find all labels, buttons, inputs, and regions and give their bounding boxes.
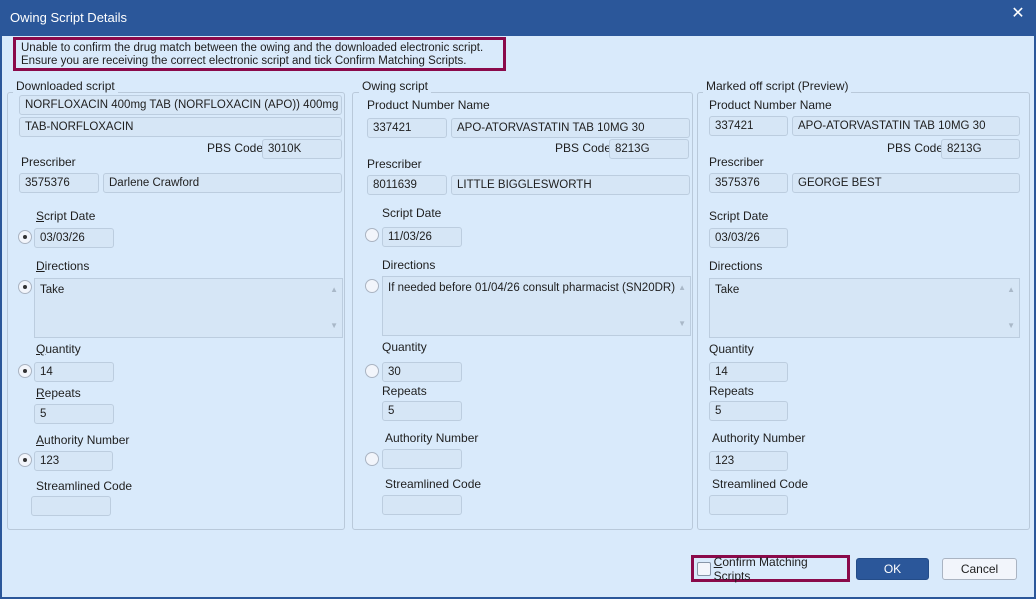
downloaded-drug-line1-field: NORFLOXACIN 400mg TAB (NORFLOXACIN (APO)… bbox=[19, 95, 342, 115]
marked-prescriber-name-field: GEORGE BEST bbox=[792, 173, 1020, 193]
scroll-down-icon[interactable]: ▼ bbox=[678, 317, 686, 331]
downloaded-authority-radio[interactable] bbox=[18, 453, 32, 467]
streamlined-code-label: Streamlined Code bbox=[385, 477, 482, 491]
warning-line-1: Unable to confirm the drug match between… bbox=[21, 42, 484, 54]
confirm-matching-scripts-label[interactable]: Confirm Matching Scripts bbox=[714, 555, 844, 583]
repeats-label: Repeats bbox=[382, 384, 427, 398]
product-number-name-label: Product Number Name bbox=[709, 98, 832, 112]
downloaded-streamlined-field bbox=[31, 496, 111, 516]
owing-prescriber-name-field: LITTLE BIGGLESWORTH bbox=[451, 175, 690, 195]
directions-label: Directions bbox=[382, 258, 436, 272]
marked-script-date-field: 03/03/26 bbox=[709, 228, 788, 248]
owing-script-date-field: 11/03/26 bbox=[382, 227, 462, 247]
owing-script-date-radio[interactable] bbox=[365, 228, 379, 242]
pbs-code-label: PBS Code bbox=[555, 141, 612, 155]
owing-script-legend: Owing script bbox=[359, 80, 432, 93]
downloaded-directions-radio[interactable] bbox=[18, 280, 32, 294]
owing-streamlined-field bbox=[382, 495, 462, 515]
downloaded-script-date-field: 03/03/26 bbox=[34, 228, 114, 248]
repeats-label: Repeats bbox=[36, 386, 81, 400]
quantity-label: Quantity bbox=[382, 340, 427, 354]
downloaded-authority-field: 123 bbox=[34, 451, 113, 471]
prescriber-label: Prescriber bbox=[709, 155, 764, 169]
prescriber-label: Prescriber bbox=[21, 155, 76, 169]
streamlined-code-label: Streamlined Code bbox=[712, 477, 809, 491]
owing-repeats-field: 5 bbox=[382, 401, 462, 421]
pbs-code-label: PBS Code bbox=[207, 141, 264, 155]
directions-label: Directions bbox=[36, 259, 90, 273]
close-icon[interactable]: ✕ bbox=[1008, 0, 1028, 30]
owing-directions-radio[interactable] bbox=[365, 279, 379, 293]
marked-product-name-field: APO-ATORVASTATIN TAB 10MG 30 bbox=[792, 116, 1020, 136]
owing-prescriber-number-field: 8011639 bbox=[367, 175, 447, 195]
downloaded-directions-text: Take bbox=[40, 284, 65, 296]
streamlined-code-label: Streamlined Code bbox=[36, 479, 133, 493]
authority-number-label: Authority Number bbox=[36, 433, 130, 447]
downloaded-pbs-code-field: 3010K bbox=[262, 139, 342, 159]
quantity-label: Quantity bbox=[36, 342, 81, 356]
cancel-label: Cancel bbox=[960, 562, 999, 576]
owing-pbs-code-field: 8213G bbox=[609, 139, 689, 159]
checkbox-box[interactable] bbox=[697, 561, 711, 576]
marked-directions-textarea[interactable]: Take ▲ ▼ bbox=[709, 278, 1020, 338]
scroll-down-icon[interactable]: ▼ bbox=[1007, 319, 1015, 333]
cancel-button[interactable]: Cancel bbox=[942, 558, 1017, 580]
owing-product-number-field: 337421 bbox=[367, 118, 447, 138]
warning-message: Unable to confirm the drug match between… bbox=[13, 37, 506, 71]
downloaded-quantity-radio[interactable] bbox=[18, 364, 32, 378]
owing-authority-field bbox=[382, 449, 462, 469]
downloaded-drug-line2-field: TAB-NORFLOXACIN bbox=[19, 117, 342, 137]
title-bar: Owing Script Details bbox=[0, 0, 1036, 36]
authority-number-label: Authority Number bbox=[712, 431, 806, 445]
downloaded-script-date-radio[interactable] bbox=[18, 230, 32, 244]
marked-prescriber-number-field: 3575376 bbox=[709, 173, 788, 193]
downloaded-directions-textarea[interactable]: Take ▲ ▼ bbox=[34, 278, 343, 338]
scroll-up-icon[interactable]: ▲ bbox=[1007, 283, 1015, 297]
ok-label: OK bbox=[883, 562, 902, 576]
quantity-label: Quantity bbox=[709, 342, 754, 356]
marked-pbs-code-field: 8213G bbox=[941, 139, 1020, 159]
confirm-matching-scripts-checkbox[interactable]: Confirm Matching Scripts bbox=[691, 555, 850, 583]
downloaded-prescriber-number-field: 3575376 bbox=[19, 173, 99, 193]
downloaded-script-legend: Downloaded script bbox=[13, 80, 118, 93]
marked-authority-field: 123 bbox=[709, 451, 788, 471]
downloaded-repeats-field: 5 bbox=[34, 404, 114, 424]
scroll-up-icon[interactable]: ▲ bbox=[678, 281, 686, 295]
dialog-body: Unable to confirm the drug match between… bbox=[2, 36, 1034, 597]
marked-streamlined-field bbox=[709, 495, 788, 515]
script-date-label: Script Date bbox=[36, 209, 96, 223]
marked-repeats-field: 5 bbox=[709, 401, 788, 421]
authority-number-label: Authority Number bbox=[385, 431, 479, 445]
marked-product-number-field: 337421 bbox=[709, 116, 788, 136]
owing-authority-radio[interactable] bbox=[365, 452, 379, 466]
owing-quantity-field: 30 bbox=[382, 362, 462, 382]
marked-off-script-legend: Marked off script (Preview) bbox=[703, 80, 852, 93]
dialog-title: Owing Script Details bbox=[10, 10, 128, 25]
owing-directions-text: If needed before 01/04/26 consult pharma… bbox=[388, 282, 676, 294]
product-number-name-label: Product Number Name bbox=[367, 98, 490, 112]
marked-directions-text: Take bbox=[715, 284, 740, 296]
owing-product-name-field: APO-ATORVASTATIN TAB 10MG 30 bbox=[451, 118, 690, 138]
script-date-label: Script Date bbox=[709, 209, 769, 223]
repeats-label: Repeats bbox=[709, 384, 754, 398]
directions-label: Directions bbox=[709, 259, 763, 273]
pbs-code-label: PBS Code bbox=[887, 141, 944, 155]
ok-button[interactable]: OK bbox=[856, 558, 929, 580]
scroll-up-icon[interactable]: ▲ bbox=[330, 283, 338, 297]
downloaded-quantity-field: 14 bbox=[34, 362, 114, 382]
owing-script-dialog: Owing Script Details ✕ Unable to confirm… bbox=[0, 0, 1036, 599]
downloaded-prescriber-name-field: Darlene Crawford bbox=[103, 173, 342, 193]
script-date-label: Script Date bbox=[382, 206, 442, 220]
owing-quantity-radio[interactable] bbox=[365, 364, 379, 378]
scroll-down-icon[interactable]: ▼ bbox=[330, 319, 338, 333]
owing-directions-textarea[interactable]: If needed before 01/04/26 consult pharma… bbox=[382, 276, 691, 336]
marked-quantity-field: 14 bbox=[709, 362, 788, 382]
prescriber-label: Prescriber bbox=[367, 157, 422, 171]
warning-line-2: Ensure you are receiving the correct ele… bbox=[21, 55, 467, 67]
